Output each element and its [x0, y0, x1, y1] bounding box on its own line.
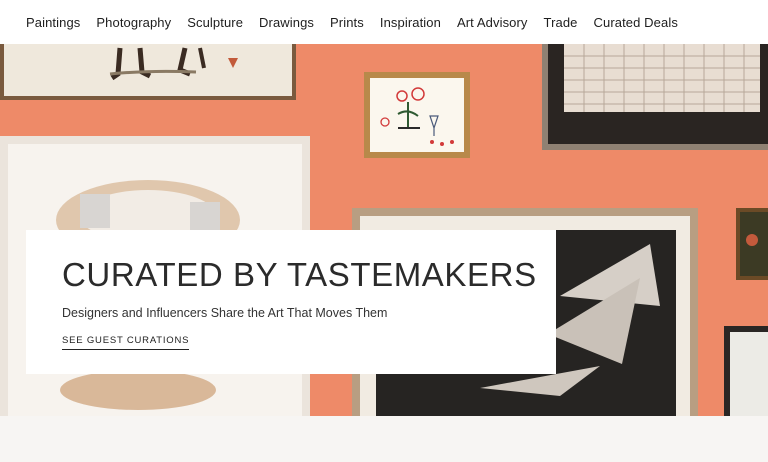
promo-title: CURATED BY TASTEMAKERS [62, 256, 537, 293]
hero-banner[interactable]: CURATED BY TASTEMAKERS Designers and Inf… [0, 44, 768, 416]
nav-paintings[interactable]: Paintings [26, 15, 80, 30]
framed-small-drawing [364, 72, 470, 158]
nav-art-advisory[interactable]: Art Advisory [457, 15, 528, 30]
promo-card: CURATED BY TASTEMAKERS Designers and Inf… [26, 230, 556, 374]
main-navigation: Paintings Photography Sculpture Drawings… [0, 0, 768, 44]
nav-sculpture[interactable]: Sculpture [187, 15, 243, 30]
nav-inspiration[interactable]: Inspiration [380, 15, 441, 30]
nav-trade[interactable]: Trade [544, 15, 578, 30]
framed-woven-artwork [542, 44, 768, 150]
nav-drawings[interactable]: Drawings [259, 15, 314, 30]
framed-small-painting [736, 208, 768, 280]
see-guest-curations-link[interactable]: SEE GUEST CURATIONS [62, 335, 190, 350]
nav-curated-deals[interactable]: Curated Deals [594, 15, 678, 30]
below-hero-area [0, 416, 768, 462]
framed-horse-drawing [0, 44, 296, 100]
promo-subtitle: Designers and Influencers Share the Art … [62, 306, 388, 320]
nav-photography[interactable]: Photography [96, 15, 171, 30]
framed-bottom-right [724, 326, 768, 416]
nav-prints[interactable]: Prints [330, 15, 364, 30]
